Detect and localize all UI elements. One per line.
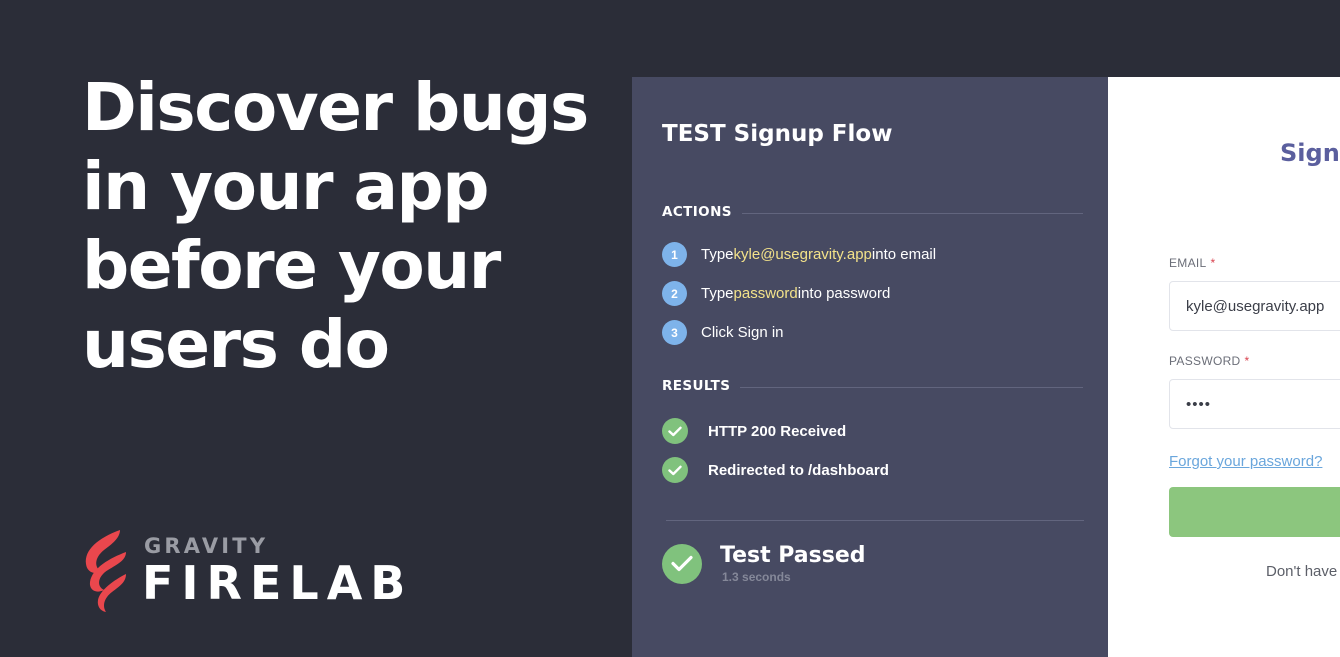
step-text: Click Sign in	[701, 324, 784, 341]
password-label-text: PASSWORD	[1169, 354, 1241, 368]
step-text: into email	[871, 246, 937, 263]
required-mark: *	[1244, 354, 1250, 368]
test-status: Test Passed 1.3 seconds	[662, 543, 866, 584]
divider	[666, 520, 1084, 521]
forgot-password-link[interactable]: Forgot your password?	[1169, 453, 1322, 470]
check-circle-icon	[662, 543, 702, 584]
gravity-firelab-logo: GRAVITY FIRELAB	[80, 526, 410, 616]
logo-firelab-text: FIRELAB	[142, 556, 414, 610]
step-number-badge: 2	[662, 281, 687, 306]
step-highlight: password	[733, 285, 798, 302]
divider	[740, 386, 1083, 388]
step-number-badge: 1	[662, 242, 687, 267]
step-text: Type	[701, 285, 734, 302]
password-field[interactable]: ••••	[1169, 379, 1340, 429]
email-field[interactable]: kyle@usegravity.app	[1169, 281, 1340, 331]
no-account-text: Don't have	[1266, 563, 1338, 580]
actions-heading: ACTIONS	[662, 204, 1083, 220]
results-heading-label: RESULTS	[662, 378, 731, 394]
result-item: HTTP 200 Received	[662, 418, 846, 444]
test-results-panel: TEST Signup Flow ACTIONS 1 Type kyle@use…	[632, 77, 1108, 657]
step-text: into password	[797, 285, 891, 302]
step-highlight: kyle@usegravity.app	[733, 246, 872, 263]
headline-line: Discover bugs	[82, 69, 589, 146]
headline-line: users do	[82, 306, 390, 383]
result-item: Redirected to /dashboard	[662, 457, 889, 483]
results-heading: RESULTS	[662, 378, 1083, 394]
actions-heading-label: ACTIONS	[662, 204, 732, 220]
headline-line: in your app	[82, 148, 490, 225]
action-step: 2 Type password into password	[662, 281, 890, 306]
hero-headline: Discover bugs in your app before your us…	[82, 68, 622, 384]
sign-in-button[interactable]	[1169, 487, 1340, 537]
step-number-badge: 3	[662, 320, 687, 345]
signin-card: Sign i EMAIL* kyle@usegravity.app PASSWO…	[1108, 77, 1340, 657]
password-label: PASSWORD *	[1169, 354, 1250, 368]
step-text: Type	[701, 246, 734, 263]
email-label-text: EMAIL	[1169, 256, 1207, 270]
check-icon	[662, 418, 688, 444]
flame-icon	[85, 530, 126, 612]
result-text: Redirected to /dashboard	[708, 461, 889, 479]
test-duration: 1.3 seconds	[722, 570, 791, 584]
result-text: HTTP 200 Received	[708, 422, 847, 440]
test-status-label: Test Passed	[720, 543, 866, 568]
email-label: EMAIL *	[1169, 256, 1216, 270]
test-title: TEST Signup Flow	[662, 121, 893, 147]
divider	[741, 212, 1083, 214]
headline-line: before your	[82, 227, 501, 304]
action-step: 1 Type kyle@usegravity.app into email	[662, 242, 936, 267]
action-step: 3 Click Sign in	[662, 320, 784, 345]
logo-gravity-text: GRAVITY	[144, 534, 269, 558]
signin-title: Sign i	[1280, 139, 1340, 167]
check-icon	[662, 457, 688, 483]
required-mark: *	[1210, 256, 1216, 270]
